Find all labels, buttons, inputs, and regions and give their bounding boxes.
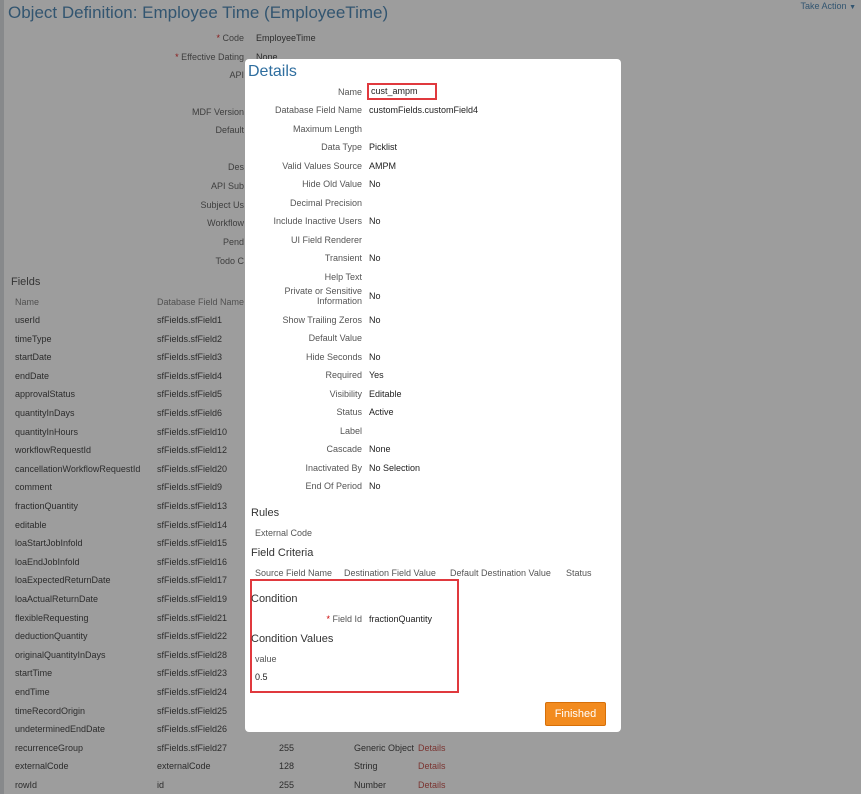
prop-label: Maximum Length — [292, 123, 362, 134]
prop-label-name: Name — [337, 87, 362, 97]
prop-row: Database Field Name customFields.customFi… — [245, 105, 621, 123]
prop-label: Inactivated By — [305, 462, 362, 473]
prop-row: Data Type Picklist — [245, 142, 621, 160]
prop-row: Visibility Editable — [245, 389, 621, 407]
condition-value: 0.5 — [255, 672, 268, 682]
prop-label: Decimal Precision — [289, 197, 362, 208]
prop-value: No — [369, 216, 381, 226]
prop-row: UI Field Renderer — [245, 235, 621, 253]
prop-label: Default Value — [308, 333, 362, 343]
finished-button[interactable]: Finished — [545, 702, 606, 726]
prop-label: Include Inactive Users — [273, 216, 362, 226]
prop-row: Hide Seconds No — [245, 352, 621, 370]
prop-value: customFields.customField4 — [369, 105, 479, 115]
prop-row: Include Inactive Users No — [245, 216, 621, 234]
prop-row: End Of Period No — [245, 481, 621, 499]
prop-row: Label — [245, 426, 621, 444]
prop-label: Database Field Name — [274, 105, 362, 115]
rules-col-external-code: External Code — [255, 528, 313, 538]
name-value-highlight: cust_ampm — [367, 83, 437, 100]
prop-row: Transient No — [245, 253, 621, 271]
prop-value: No — [369, 179, 381, 189]
prop-row: Status Active — [245, 407, 621, 425]
rules-title: Rules — [251, 507, 280, 519]
prop-label: Valid Values Source — [282, 160, 362, 171]
prop-row: Hide Old Value No — [245, 179, 621, 197]
prop-row: Private or Sensitive Information No — [245, 286, 621, 306]
prop-label: UI Field Renderer — [290, 234, 362, 245]
condition-title: Condition — [251, 593, 298, 605]
field-id-value: fractionQuantity — [369, 614, 433, 624]
prop-label: Private or Sensitive Information — [284, 286, 362, 306]
criteria-col-source: Source Field Name — [255, 568, 333, 578]
prop-value: No — [369, 253, 381, 263]
prop-label: Cascade — [326, 444, 362, 454]
criteria-col-destination: Destination Field Value — [344, 568, 436, 578]
criteria-col-default: Default Destination Value — [450, 568, 551, 578]
field-criteria-title: Field Criteria — [251, 547, 314, 559]
prop-label: Status — [336, 407, 362, 417]
prop-value: No — [369, 291, 381, 301]
criteria-col-status: Status — [566, 568, 592, 578]
prop-row: Show Trailing Zeros No — [245, 315, 621, 333]
dialog-title: Details — [248, 63, 297, 80]
prop-row: Valid Values Source AMPM — [245, 161, 621, 179]
prop-label: Hide Old Value — [302, 179, 362, 189]
prop-value: None — [369, 444, 391, 454]
prop-value: No — [369, 351, 381, 362]
prop-label: Show Trailing Zeros — [282, 314, 362, 325]
condition-values-title: Condition Values — [251, 633, 334, 645]
prop-label: Required — [325, 370, 362, 380]
prop-value: No Selection — [369, 462, 421, 473]
prop-row: Cascade None — [245, 444, 621, 462]
details-dialog: Details Name cust_ampm Database Field Na… — [245, 59, 621, 732]
prop-label: Data Type — [321, 142, 362, 152]
prop-row: Default Value — [245, 333, 621, 351]
prop-row: Maximum Length — [245, 124, 621, 142]
prop-label: Visibility — [329, 388, 362, 399]
prop-row-field-id: * Field Id fractionQuantity — [245, 614, 621, 632]
prop-value: Yes — [369, 370, 384, 380]
name-value: cust_ampm — [371, 86, 418, 96]
value-header: value — [255, 654, 277, 664]
prop-value: No — [369, 314, 381, 325]
prop-value: No — [369, 481, 381, 491]
prop-value: AMPM — [369, 160, 396, 171]
prop-label: Transient — [324, 253, 362, 263]
prop-value: Active — [369, 407, 394, 417]
prop-label: End Of Period — [305, 481, 362, 491]
prop-row: Required Yes — [245, 370, 621, 388]
prop-value: Picklist — [369, 142, 398, 152]
field-id-label: * Field Id — [326, 614, 362, 624]
prop-value: Editable — [369, 388, 402, 399]
prop-label: Label — [339, 425, 362, 436]
prop-row: Inactivated By No Selection — [245, 463, 621, 481]
prop-row: Decimal Precision — [245, 198, 621, 216]
prop-label: Help Text — [324, 271, 362, 282]
prop-label: Hide Seconds — [305, 351, 362, 362]
